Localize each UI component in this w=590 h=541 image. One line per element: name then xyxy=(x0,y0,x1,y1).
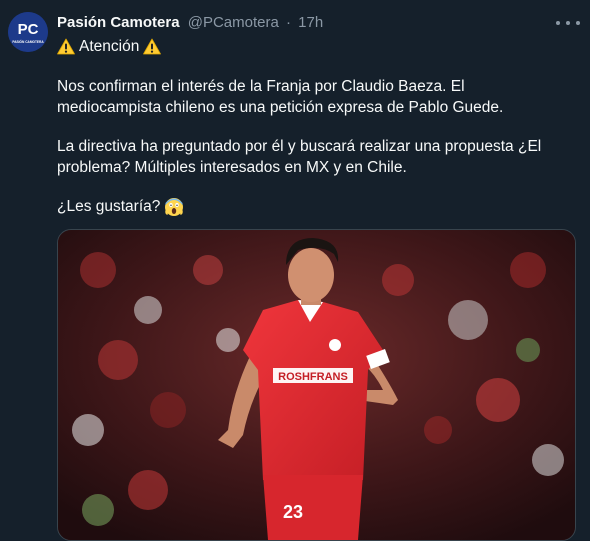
jersey-sponsor: ROSHFRANS xyxy=(278,371,348,383)
face-screaming-icon xyxy=(165,197,184,216)
tweet-paragraph: La directiva ha preguntado por él y busc… xyxy=(57,138,542,176)
avatar-text-top: PC xyxy=(18,21,39,38)
tweet-photo[interactable]: ROSHFRANS 23 xyxy=(57,229,576,541)
author-name[interactable]: Pasión Camotera xyxy=(57,14,180,31)
tweet-paragraph: Nos confirman el interés de la Franja po… xyxy=(57,78,504,116)
avatar[interactable]: PC PASIÓN CAMOTERA xyxy=(8,12,48,52)
tweet-line-attention: Atención xyxy=(57,36,162,57)
warning-icon xyxy=(57,38,75,55)
avatar-logo: PC PASIÓN CAMOTERA xyxy=(8,12,48,52)
jersey-number: 23 xyxy=(283,502,303,522)
separator-dot: · xyxy=(285,14,291,31)
player-photo: ROSHFRANS 23 xyxy=(58,230,575,540)
tweet-header: Pasión Camotera @PCamotera · 17h xyxy=(57,13,577,35)
tweet: PC PASIÓN CAMOTERA Pasión Camotera @PCam… xyxy=(0,0,590,541)
tweet-question: ¿Les gustaría? xyxy=(57,196,184,217)
tweet-timestamp[interactable]: 17h xyxy=(298,14,323,31)
avatar-text-bottom: PASIÓN CAMOTERA xyxy=(12,39,44,44)
attention-text: Atención xyxy=(79,38,140,55)
more-options-icon[interactable] xyxy=(556,14,580,32)
warning-icon xyxy=(143,38,162,55)
question-text: ¿Les gustaría? xyxy=(57,198,161,215)
author-handle[interactable]: @PCamotera xyxy=(188,14,279,31)
